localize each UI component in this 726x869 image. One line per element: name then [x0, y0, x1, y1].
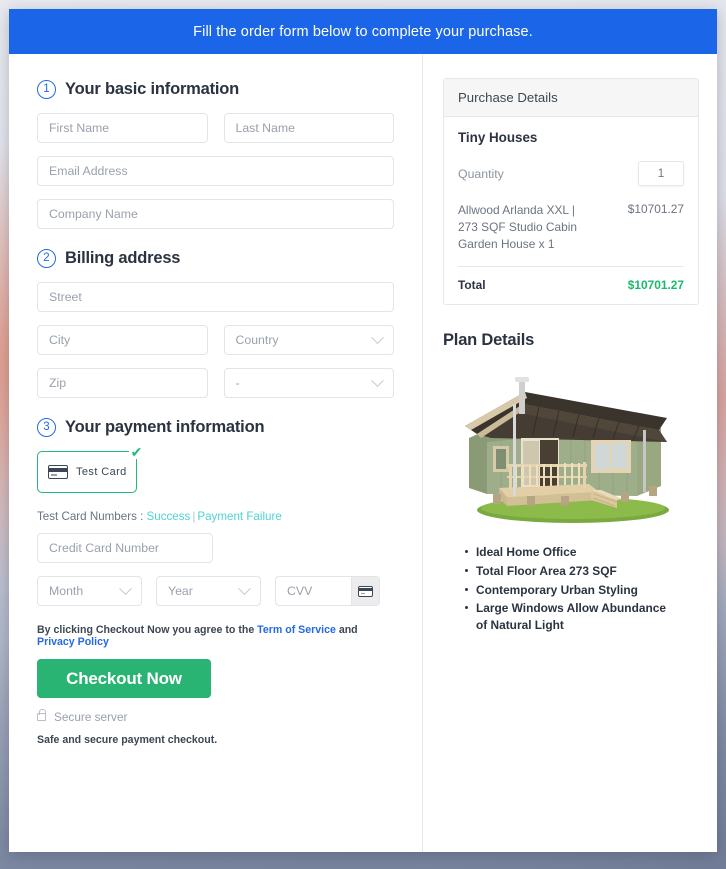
- test-card-separator: |: [192, 510, 196, 523]
- line-item-description: Allwood Arlanda XXL | 273 SQF Studio Cab…: [458, 203, 577, 251]
- lock-icon: [37, 709, 47, 721]
- street-field[interactable]: [37, 282, 394, 312]
- test-card-numbers-prefix: Test Card Numbers :: [37, 510, 147, 523]
- line-item-row: Allwood Arlanda XXL | 273 SQF Studio Cab…: [458, 202, 684, 267]
- checkout-card: Fill the order form below to complete yo…: [9, 9, 717, 852]
- total-label: Total: [458, 277, 486, 292]
- total-value: $10701.27: [627, 277, 684, 292]
- safe-checkout-note: Safe and secure payment checkout.: [37, 734, 218, 746]
- zip-input[interactable]: [49, 376, 196, 390]
- city-field[interactable]: [37, 325, 208, 355]
- test-card-success-link[interactable]: Success: [147, 510, 191, 523]
- quantity-label: Quantity: [458, 166, 504, 181]
- step-3-title: Your payment information: [65, 418, 265, 436]
- first-name-field[interactable]: [37, 113, 208, 143]
- checkout-now-button[interactable]: Checkout Now: [37, 659, 211, 698]
- credit-card-number-input[interactable]: [49, 541, 201, 555]
- country-select[interactable]: Country: [223, 325, 394, 355]
- terms-of-service-link[interactable]: Term of Service: [257, 624, 336, 636]
- zip-state-row: -: [37, 368, 394, 398]
- credit-card-icon: [358, 585, 373, 597]
- line-item-price: $10701.27: [627, 202, 684, 216]
- step-2-title: Billing address: [65, 249, 181, 267]
- plan-details-title: Plan Details: [443, 330, 535, 349]
- terms-agreement-text: By clicking Checkout Now you agree to th…: [37, 624, 394, 648]
- chevron-down-icon: [371, 373, 384, 387]
- order-form-column: 1 Your basic information First Name Last…: [9, 54, 423, 852]
- company-name-input[interactable]: [49, 207, 382, 221]
- cvv-input[interactable]: [287, 584, 351, 598]
- chevron-down-icon: [371, 330, 384, 344]
- plan-features-list: Ideal Home Office Total Floor Area 273 S…: [443, 544, 699, 635]
- product-title: Tiny Houses: [458, 130, 538, 145]
- company-name-field[interactable]: [37, 199, 394, 229]
- state-select[interactable]: -: [223, 368, 394, 398]
- step-1-title: Your basic information: [65, 80, 240, 98]
- quantity-row: Quantity 1: [458, 161, 684, 186]
- email-field[interactable]: [37, 156, 394, 186]
- total-row: Total $10701.27: [458, 278, 684, 292]
- payment-method-label: Test Card: [76, 466, 127, 478]
- year-select-value: Year: [168, 584, 193, 598]
- month-select[interactable]: Month: [37, 576, 142, 606]
- list-item: Total Floor Area 273 SQF: [465, 563, 679, 580]
- chevron-down-icon: [119, 581, 132, 595]
- street-input[interactable]: [49, 290, 382, 304]
- payment-method-test-card[interactable]: Test Card ✔: [37, 444, 144, 493]
- month-select-value: Month: [49, 584, 84, 598]
- email-row: [37, 156, 394, 186]
- order-banner: Fill the order form below to complete yo…: [9, 9, 717, 54]
- step-2-number: 2: [37, 249, 56, 268]
- last-name-field[interactable]: [223, 113, 394, 143]
- test-card-failure-link[interactable]: Payment Failure: [197, 510, 281, 523]
- step-1-number: 1: [37, 80, 56, 99]
- secure-server-label: Secure server: [54, 710, 128, 724]
- card-body: 1 Your basic information First Name Last…: [9, 54, 717, 852]
- list-item: Ideal Home Office: [465, 544, 679, 561]
- purchase-details-title: Purchase Details: [444, 79, 698, 117]
- city-country-row: Country: [37, 325, 394, 355]
- name-row: [37, 113, 394, 143]
- credit-card-row: [37, 533, 394, 563]
- quantity-input[interactable]: 1: [638, 161, 684, 186]
- checkout-page: Fill the order form below to complete yo…: [9, 9, 717, 852]
- step-3-number: 3: [37, 418, 56, 437]
- purchase-details-body: Tiny Houses Quantity 1 Allwood Arlanda X…: [444, 117, 698, 304]
- year-select[interactable]: Year: [156, 576, 261, 606]
- expiry-cvv-row: Month Year: [37, 576, 394, 606]
- email-input[interactable]: [49, 164, 382, 178]
- terms-and: and: [335, 624, 358, 636]
- tiny-house-image: [465, 376, 669, 523]
- city-input[interactable]: [49, 333, 196, 347]
- cvv-field[interactable]: [275, 576, 380, 606]
- list-item: Large Windows Allow Abundance of Natural…: [465, 600, 679, 634]
- credit-card-number-field[interactable]: [37, 533, 213, 563]
- credit-card-icon: [48, 465, 68, 479]
- list-item: Contemporary Urban Styling: [465, 582, 679, 599]
- street-row: [37, 282, 394, 312]
- secure-server-row: Secure server: [37, 709, 394, 724]
- company-row: [37, 199, 394, 229]
- purchase-details-panel: Purchase Details Tiny Houses Quantity 1 …: [443, 78, 699, 305]
- privacy-policy-link[interactable]: Privacy Policy: [37, 636, 109, 648]
- banner-message: Fill the order form below to complete yo…: [193, 23, 533, 40]
- terms-lead: By clicking Checkout Now you agree to th…: [37, 624, 258, 636]
- summary-column: Purchase Details Tiny Houses Quantity 1 …: [423, 54, 717, 852]
- chevron-down-icon: [238, 581, 251, 595]
- last-name-input[interactable]: [235, 121, 382, 135]
- first-name-input[interactable]: [49, 121, 196, 135]
- country-select-value: Country: [235, 333, 279, 347]
- state-select-value: -: [235, 376, 240, 390]
- step-payment-information-heading: 3 Your payment information: [37, 418, 394, 437]
- check-circle-icon: ✔: [129, 443, 144, 460]
- test-card-numbers-note: Test Card Numbers : Success | Payment Fail…: [37, 510, 394, 523]
- step-billing-address-heading: 2 Billing address: [37, 249, 394, 268]
- cvv-card-icon-box: [351, 577, 379, 605]
- plan-image-wrap: [443, 368, 699, 528]
- zip-field[interactable]: [37, 368, 208, 398]
- step-basic-information-heading: 1 Your basic information: [37, 80, 394, 99]
